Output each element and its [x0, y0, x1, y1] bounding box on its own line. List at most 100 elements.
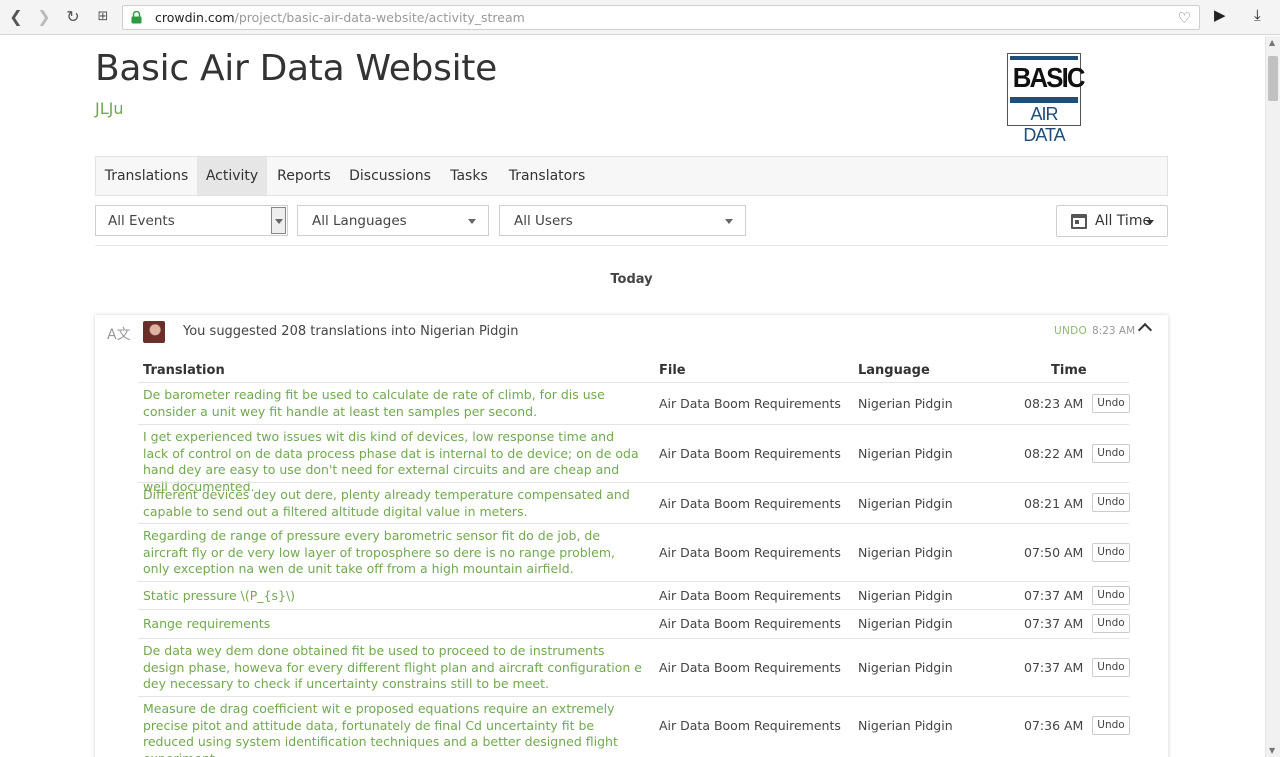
row-time: 07:37 AM: [1024, 616, 1084, 631]
logo-text-basic: BASIC: [1012, 62, 1086, 93]
table-row: Regarding de range of pressure every bar…: [138, 523, 1130, 581]
activity-card: A文 You suggested 208 translations into N…: [95, 315, 1168, 757]
table-row: I get experienced two issues wit dis kin…: [138, 424, 1130, 494]
translation-text[interactable]: De barometer reading fit be used to calc…: [143, 387, 643, 420]
tab-activity[interactable]: Activity: [197, 157, 267, 195]
undo-button[interactable]: Undo: [1092, 394, 1130, 413]
file-name: Air Data Boom Requirements: [659, 718, 841, 733]
language-name: Nigerian Pidgin: [858, 396, 953, 411]
undo-button[interactable]: Undo: [1092, 543, 1130, 562]
language-name: Nigerian Pidgin: [858, 496, 953, 511]
tab-translators[interactable]: Translators: [499, 157, 595, 195]
time-filter-button[interactable]: All Time: [1056, 205, 1168, 237]
language-name: Nigerian Pidgin: [858, 616, 953, 631]
language-name: Nigerian Pidgin: [858, 660, 953, 675]
table-row: Range requirements Air Data Boom Require…: [138, 609, 1130, 638]
tab-reports[interactable]: Reports: [267, 157, 341, 195]
download-icon[interactable]: ⤓: [1254, 6, 1261, 24]
translation-text[interactable]: Range requirements: [143, 616, 643, 633]
row-time: 07:36 AM: [1024, 718, 1084, 733]
tab-tasks[interactable]: Tasks: [439, 157, 499, 195]
undo-button[interactable]: Undo: [1092, 658, 1130, 677]
tab-discussions[interactable]: Discussions: [341, 157, 439, 195]
file-name: Air Data Boom Requirements: [659, 588, 841, 603]
table-row: De data wey dem done obtained fit be use…: [138, 638, 1130, 696]
address-bar[interactable]: crowdin.com/project/basic-air-data-websi…: [122, 5, 1200, 30]
day-heading: Today: [610, 272, 653, 287]
file-name: Air Data Boom Requirements: [659, 545, 841, 560]
scroll-thumb[interactable]: [1268, 56, 1278, 101]
url-text: crowdin.com/project/basic-air-data-websi…: [155, 10, 525, 25]
undo-button[interactable]: Undo: [1092, 716, 1130, 735]
scroll-down-icon[interactable]: ▼: [1269, 746, 1275, 755]
apps-grid-icon[interactable]: ⊞: [92, 6, 114, 28]
translation-text[interactable]: De data wey dem done obtained fit be use…: [143, 643, 643, 693]
language-name: Nigerian Pidgin: [858, 545, 953, 560]
language-name: Nigerian Pidgin: [858, 718, 953, 733]
lock-icon: [131, 11, 142, 24]
reload-icon[interactable]: ↻: [62, 6, 84, 28]
forward-icon[interactable]: ❯: [33, 6, 55, 28]
row-time: 08:23 AM: [1024, 396, 1084, 411]
events-filter-value: All Events: [108, 213, 175, 229]
users-filter-value: All Users: [514, 213, 573, 229]
caret-down-icon: [1146, 220, 1154, 225]
row-time: 07:37 AM: [1024, 660, 1084, 675]
translation-text[interactable]: Static pressure \(P_{s}\): [143, 588, 643, 605]
activity-time: 8:23 AM: [1092, 325, 1136, 337]
column-header-file: File: [659, 363, 686, 378]
time-filter-label: All Time: [1095, 213, 1152, 229]
project-title: Basic Air Data Website: [95, 48, 497, 89]
column-header-time: Time: [1051, 363, 1087, 378]
url-host: crowdin.com: [155, 10, 235, 25]
column-header-language: Language: [858, 363, 930, 378]
divider: [95, 245, 1168, 246]
row-time: 07:50 AM: [1024, 545, 1084, 560]
tab-translations[interactable]: Translations: [96, 157, 197, 195]
bookmark-heart-icon[interactable]: ♡: [1178, 9, 1191, 27]
chevron-up-icon[interactable]: [1137, 322, 1153, 338]
calendar-icon: [1071, 214, 1087, 229]
back-icon[interactable]: ❮: [5, 6, 27, 28]
file-name: Air Data Boom Requirements: [659, 496, 841, 511]
language-name: Nigerian Pidgin: [858, 588, 953, 603]
table-row: Different devices dey out dere, plenty a…: [138, 482, 1130, 523]
translation-text[interactable]: Different devices dey out dere, plenty a…: [143, 487, 643, 520]
table-row: Measure de drag coefficient wit e propos…: [138, 696, 1130, 757]
undo-button[interactable]: Undo: [1092, 586, 1130, 605]
file-name: Air Data Boom Requirements: [659, 446, 841, 461]
undo-all-link[interactable]: UNDO: [1054, 325, 1087, 337]
undo-button[interactable]: Undo: [1092, 614, 1130, 633]
row-time: 08:21 AM: [1024, 496, 1084, 511]
events-filter-select[interactable]: All Events: [95, 205, 288, 236]
project-tabs: Translations Activity Reports Discussion…: [95, 156, 1168, 196]
page-scrollbar[interactable]: ▲ ▼: [1265, 36, 1280, 757]
project-owner-link[interactable]: JLJu: [95, 99, 124, 118]
language-name: Nigerian Pidgin: [858, 446, 953, 461]
project-logo: BASIC AIR DATA: [1007, 53, 1086, 145]
url-path: /project/basic-air-data-website/activity…: [234, 10, 525, 25]
languages-filter-value: All Languages: [312, 213, 407, 229]
file-name: Air Data Boom Requirements: [659, 396, 841, 411]
file-name: Air Data Boom Requirements: [659, 616, 841, 631]
chevron-down-icon: [468, 219, 476, 224]
translate-icon: A文: [107, 327, 131, 343]
users-filter-select[interactable]: All Users: [499, 205, 746, 236]
file-name: Air Data Boom Requirements: [659, 660, 841, 675]
chevron-down-icon[interactable]: [271, 207, 286, 234]
table-row: Static pressure \(P_{s}\) Air Data Boom …: [138, 581, 1130, 609]
scroll-up-icon[interactable]: ▲: [1269, 38, 1275, 47]
row-time: 08:22 AM: [1024, 446, 1084, 461]
undo-button[interactable]: Undo: [1092, 444, 1130, 463]
logo-text-air-data: AIR DATA: [1023, 104, 1065, 145]
flow-icon[interactable]: ▶: [1214, 6, 1226, 24]
avatar: [143, 321, 165, 343]
row-time: 07:37 AM: [1024, 588, 1084, 603]
languages-filter-select[interactable]: All Languages: [297, 205, 489, 236]
chevron-down-icon: [725, 219, 733, 224]
undo-button[interactable]: Undo: [1092, 493, 1130, 512]
translation-text[interactable]: Measure de drag coefficient wit e propos…: [143, 701, 643, 757]
translation-text[interactable]: Regarding de range of pressure every bar…: [143, 528, 643, 578]
table-row: De barometer reading fit be used to calc…: [138, 382, 1130, 424]
activity-summary: You suggested 208 translations into Nige…: [183, 324, 519, 339]
